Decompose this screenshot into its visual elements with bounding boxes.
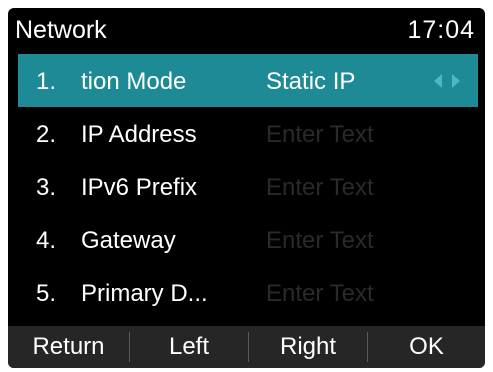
item-label: Primary D... bbox=[81, 280, 208, 307]
list-item-ipv6-prefix[interactable]: 3. IPv6 Prefix Enter Text bbox=[8, 160, 485, 213]
page-title: Network bbox=[15, 16, 107, 44]
ip-address-input[interactable]: Enter Text bbox=[266, 121, 374, 149]
item-label: tion Mode bbox=[81, 68, 187, 95]
list-item-gateway[interactable]: 4. Gateway Enter Text bbox=[8, 213, 485, 266]
softkey-bar: Return Left Right OK bbox=[8, 326, 485, 368]
list-item-primary-dns[interactable]: 5. Primary D... Enter Text bbox=[8, 266, 485, 319]
item-label: Gateway bbox=[81, 227, 176, 254]
settings-list: 1. tion Mode Static IP 2. IP Address Ent… bbox=[8, 54, 485, 319]
return-softkey[interactable]: Return bbox=[8, 326, 129, 368]
item-number: 2. bbox=[36, 121, 57, 148]
phone-screen: Network 17:04 1. tion Mode Static IP 2. … bbox=[8, 8, 485, 368]
clock: 17:04 bbox=[407, 16, 475, 44]
item-number: 1. bbox=[36, 68, 57, 95]
left-softkey[interactable]: Left bbox=[130, 326, 248, 368]
item-number: 5. bbox=[36, 280, 57, 307]
gateway-input[interactable]: Enter Text bbox=[266, 227, 374, 255]
connection-mode-value[interactable]: Static IP bbox=[266, 68, 355, 96]
list-item-connection-mode[interactable]: 1. tion Mode Static IP bbox=[18, 54, 478, 107]
item-number: 3. bbox=[36, 174, 57, 201]
ok-softkey[interactable]: OK bbox=[368, 326, 485, 368]
arrow-left-icon bbox=[434, 74, 442, 88]
primary-dns-input[interactable]: Enter Text bbox=[266, 280, 374, 308]
status-header: Network 17:04 bbox=[8, 8, 485, 52]
arrow-right-icon bbox=[452, 74, 460, 88]
ipv6-prefix-input[interactable]: Enter Text bbox=[266, 174, 374, 202]
item-label: IP Address bbox=[81, 121, 197, 148]
list-item-ip-address[interactable]: 2. IP Address Enter Text bbox=[8, 107, 485, 160]
item-number: 4. bbox=[36, 227, 57, 254]
right-softkey[interactable]: Right bbox=[249, 326, 367, 368]
left-right-arrows-icon[interactable] bbox=[434, 74, 460, 88]
item-label: IPv6 Prefix bbox=[81, 174, 198, 201]
